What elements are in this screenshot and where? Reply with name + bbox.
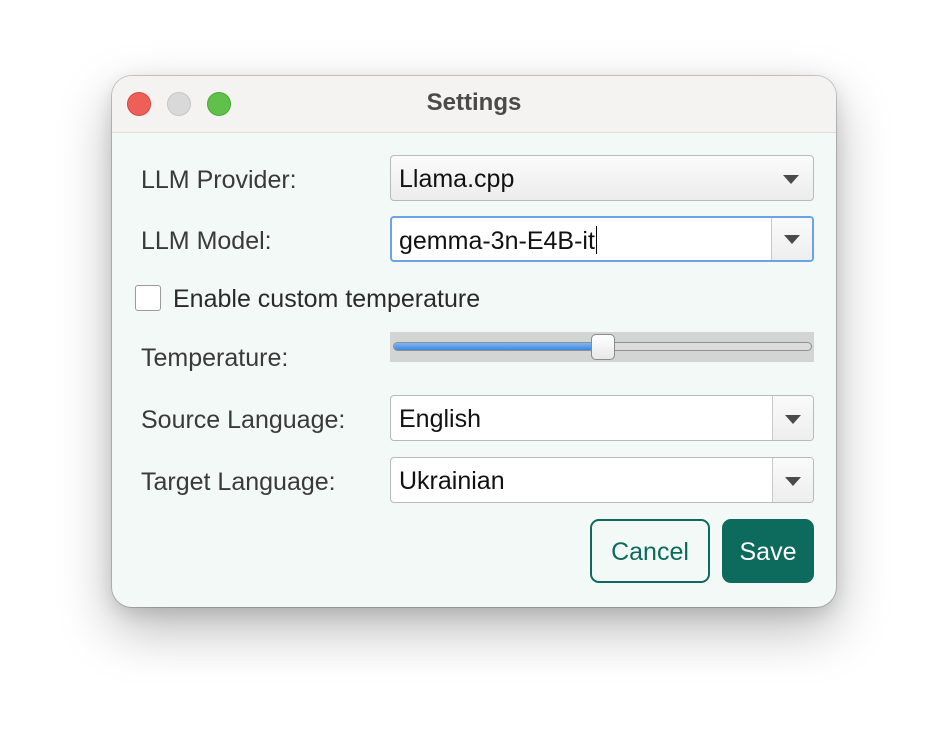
settings-window: Settings LLM Provider: Llama.cpp LLM Mod… <box>112 76 836 607</box>
window-title: Settings <box>426 89 522 116</box>
llm-model-combo[interactable]: gemma-3n-E4B-it <box>390 216 814 262</box>
llm-model-value: gemma-3n-E4B-it <box>399 227 595 255</box>
chevron-down-icon <box>783 175 799 184</box>
chevron-down-icon <box>785 477 801 486</box>
chevron-down-icon <box>784 235 800 244</box>
target-language-combo[interactable]: Ukrainian <box>390 457 814 503</box>
source-language-value[interactable]: English <box>399 405 481 434</box>
temperature-label: Temperature: <box>141 344 289 372</box>
title-bar: Settings <box>112 76 836 133</box>
source-language-combo[interactable]: English <box>390 395 814 441</box>
slider-handle[interactable] <box>590 334 615 360</box>
target-language-label: Target Language: <box>141 468 336 496</box>
custom-temperature-checkbox[interactable] <box>135 285 161 311</box>
custom-temperature-label[interactable]: Enable custom temperature <box>173 285 480 314</box>
save-button[interactable]: Save <box>722 519 814 583</box>
cancel-button[interactable]: Cancel <box>590 519 710 583</box>
llm-model-input[interactable]: gemma-3n-E4B-it <box>399 226 597 256</box>
llm-provider-value: Llama.cpp <box>399 165 515 193</box>
target-language-value[interactable]: Ukrainian <box>399 467 505 496</box>
temperature-slider[interactable] <box>390 332 814 362</box>
chevron-down-icon <box>785 415 801 424</box>
source-language-label: Source Language: <box>141 406 346 434</box>
llm-provider-select[interactable]: Llama.cpp <box>390 155 814 201</box>
llm-provider-label: LLM Provider: <box>141 166 297 194</box>
llm-model-label: LLM Model: <box>141 227 272 255</box>
slider-fill <box>394 343 603 350</box>
text-caret <box>595 226 597 254</box>
